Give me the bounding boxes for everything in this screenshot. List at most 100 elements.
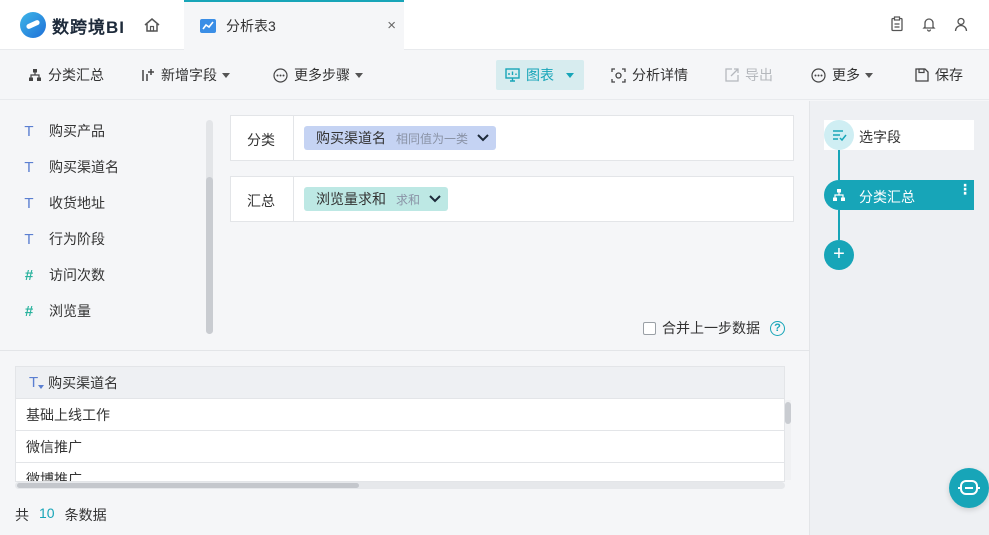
merge-previous-option[interactable]: 合并上一步数据 ?: [643, 318, 785, 338]
divider: [293, 116, 294, 160]
bell-icon[interactable]: [921, 16, 937, 32]
table-row[interactable]: 微信推广: [16, 431, 784, 463]
category-field-chip[interactable]: 购买渠道名 相同值为一类: [304, 126, 497, 150]
more-circle-icon: [811, 67, 826, 83]
text-type-icon: T: [24, 158, 34, 176]
app-logo[interactable]: 数跨境BI: [20, 12, 125, 38]
field-item[interactable]: T 购买渠道名: [22, 157, 119, 177]
table-cell: 基础上线工作: [26, 406, 110, 423]
more-button[interactable]: 更多: [811, 65, 873, 85]
field-list-scroll-thumb[interactable]: [206, 177, 213, 334]
hierarchy-icon: [29, 69, 41, 81]
help-icon[interactable]: ?: [770, 320, 785, 336]
field-name: 购买产品: [49, 123, 105, 139]
export-icon: [725, 68, 739, 82]
column-header: 购买渠道名: [48, 374, 119, 391]
chat-icon: [958, 480, 980, 495]
field-name: 收货地址: [49, 195, 105, 211]
chart-label: 图表: [526, 67, 554, 83]
step-group-summary-label: 分类汇总: [859, 189, 915, 205]
logo-text: 数跨境BI: [52, 17, 125, 37]
step-connector: [838, 150, 840, 180]
table-vertical-scroll-thumb[interactable]: [785, 402, 791, 424]
field-name: 行为阶段: [49, 231, 105, 247]
chat-support-button[interactable]: [949, 468, 989, 508]
group-summary-label: 分类汇总: [48, 67, 104, 83]
more-steps-button[interactable]: 更多步骤: [273, 65, 363, 85]
row-count: 共 10 条数据: [15, 505, 107, 525]
count-number: 10: [39, 505, 55, 521]
home-icon[interactable]: [143, 16, 161, 34]
analysis-detail-button[interactable]: 分析详情: [611, 65, 688, 85]
add-step-button[interactable]: +: [824, 240, 854, 270]
divider: [0, 350, 809, 351]
save-button[interactable]: 保存: [915, 65, 963, 85]
table-header[interactable]: T 购买渠道名: [16, 367, 784, 399]
table-row[interactable]: 基础上线工作: [16, 399, 784, 431]
field-item[interactable]: # 浏览量: [22, 301, 91, 321]
chevron-down-icon: [222, 72, 230, 78]
analysis-detail-label: 分析详情: [632, 67, 688, 83]
export-button[interactable]: 导出: [725, 65, 773, 85]
chip-label: 浏览量求和: [316, 191, 386, 207]
summary-config-panel: 汇总 浏览量求和 求和: [230, 176, 794, 222]
save-label: 保存: [935, 67, 963, 83]
category-config-panel: 分类 购买渠道名 相同值为一类: [230, 115, 794, 161]
number-type-icon: #: [24, 266, 34, 284]
hierarchy-icon: [833, 189, 845, 201]
chevron-down-icon: [865, 72, 873, 78]
field-name: 访问次数: [49, 267, 105, 283]
add-column-icon: [142, 69, 154, 81]
focus-icon: [611, 67, 626, 83]
chart-button[interactable]: 图表: [505, 65, 574, 85]
data-table: T 购买渠道名 基础上线工作 微信推广 微博推广: [15, 366, 785, 482]
more-steps-label: 更多步骤: [294, 67, 350, 83]
chevron-down-icon[interactable]: [428, 192, 442, 206]
chip-label: 购买渠道名: [316, 130, 386, 146]
field-item[interactable]: # 访问次数: [22, 265, 105, 285]
text-type-icon: T: [29, 374, 45, 391]
merge-label: 合并上一步数据: [662, 320, 760, 336]
table-row[interactable]: 微博推广: [16, 463, 784, 482]
chevron-down-icon[interactable]: [476, 131, 490, 145]
top-bar: 数跨境BI 分析表3 ×: [0, 0, 989, 50]
add-field-label: 新增字段: [161, 67, 217, 83]
field-name: 购买渠道名: [49, 159, 119, 175]
merge-checkbox[interactable]: [643, 321, 656, 335]
group-summary-button[interactable]: 分类汇总: [28, 65, 104, 85]
logo-icon: [20, 12, 46, 38]
field-item[interactable]: T 收货地址: [22, 193, 105, 213]
user-icon[interactable]: [953, 16, 969, 32]
more-vertical-icon[interactable]: ⋮: [958, 182, 972, 196]
clipboard-icon[interactable]: [889, 16, 905, 32]
tab-label: 分析表3: [226, 18, 276, 34]
step-connector: [838, 210, 840, 240]
count-prefix: 共: [15, 507, 29, 523]
chip-sub-label: 相同值为一类: [396, 131, 469, 146]
more-label: 更多: [832, 67, 860, 83]
category-label: 分类: [247, 132, 275, 148]
field-item[interactable]: T 购买产品: [22, 121, 105, 141]
summary-label: 汇总: [247, 193, 275, 209]
more-circle-icon: [273, 67, 288, 83]
field-item[interactable]: T 行为阶段: [22, 229, 105, 249]
count-suffix: 条数据: [64, 507, 107, 523]
chevron-down-icon: [566, 72, 574, 78]
text-type-icon: T: [24, 194, 34, 212]
text-type-icon: T: [24, 230, 34, 248]
table-horizontal-scroll-thumb[interactable]: [17, 483, 359, 488]
line-chart-icon: [200, 19, 216, 33]
chart-board-icon: [505, 68, 520, 82]
summary-field-chip[interactable]: 浏览量求和 求和: [304, 187, 449, 211]
chevron-down-icon: [355, 72, 363, 78]
tab-close-icon[interactable]: ×: [387, 17, 396, 34]
table-cell: 微信推广: [26, 438, 82, 455]
chip-sub-label: 求和: [396, 192, 421, 207]
table-cell: 微博推广: [26, 470, 82, 482]
field-select-icon: [833, 130, 847, 142]
text-type-icon: T: [24, 122, 34, 140]
add-field-button[interactable]: 新增字段: [141, 65, 230, 85]
step-circle: [824, 120, 854, 150]
divider: [293, 177, 294, 221]
tab-analysis-sheet[interactable]: 分析表3 ×: [184, 0, 404, 50]
